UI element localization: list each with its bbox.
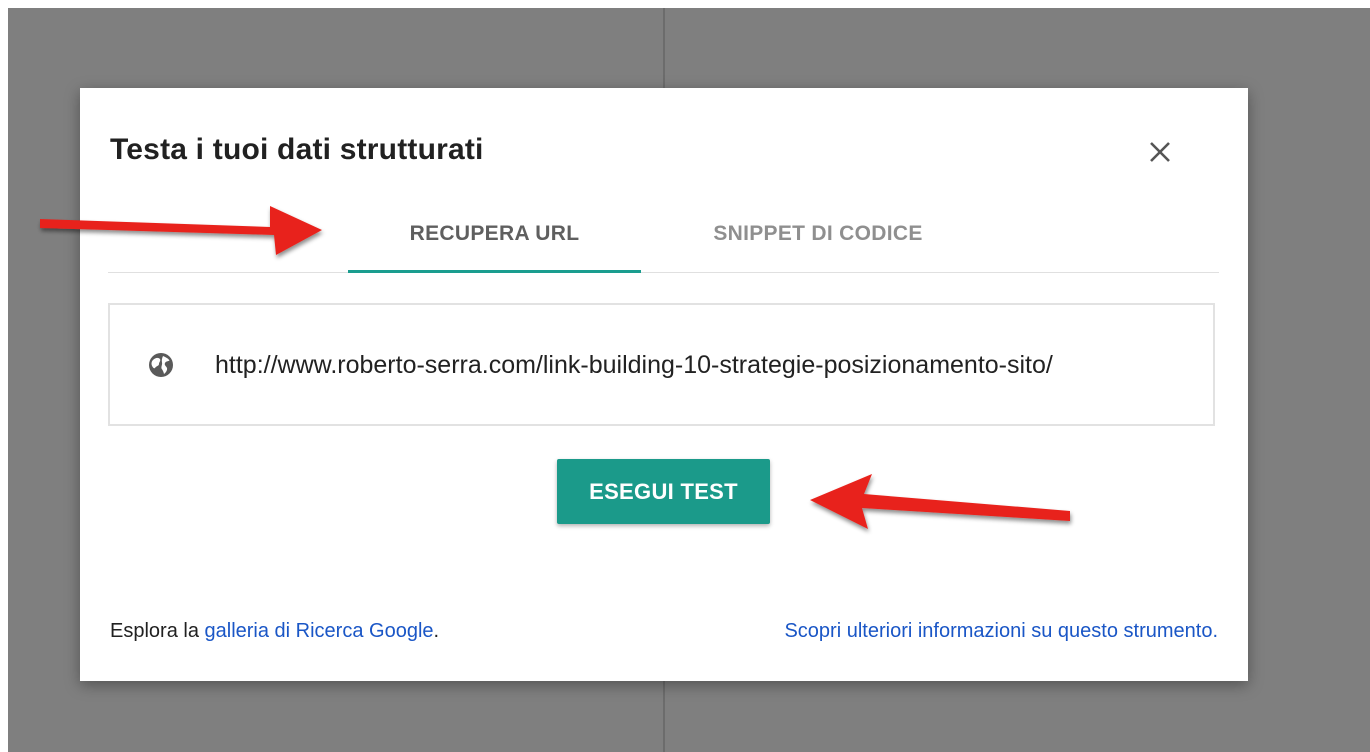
close-button[interactable]: [1142, 134, 1178, 170]
tab-bar: RECUPERA URL SNIPPET DI CODICE: [108, 196, 1219, 273]
footer-explore-text: Esplora la galleria di Ricerca Google.: [110, 620, 439, 643]
dialog-title: Testa i tuoi dati strutturati: [110, 133, 484, 166]
tab-snippet-di-codice[interactable]: SNIPPET DI CODICE: [668, 196, 968, 272]
close-icon: [1150, 142, 1170, 162]
globe-icon: [149, 353, 173, 377]
structured-data-dialog: Testa i tuoi dati strutturati RECUPERA U…: [80, 88, 1248, 681]
gallery-link[interactable]: galleria di Ricerca Google: [205, 620, 434, 642]
tab-label: SNIPPET DI CODICE: [713, 222, 923, 245]
footer-left-suffix: .: [433, 620, 440, 642]
footer-learn-more-text: Scopri ulteriori informazioni su questo …: [784, 620, 1218, 643]
tab-recupera-url[interactable]: RECUPERA URL: [348, 196, 641, 273]
url-field-container: [108, 303, 1215, 426]
run-test-button[interactable]: ESEGUI TEST: [557, 459, 770, 524]
url-input[interactable]: [215, 345, 1205, 385]
learn-more-link[interactable]: Scopri ulteriori informazioni su questo …: [784, 620, 1212, 642]
footer-left-prefix: Esplora la: [110, 620, 205, 642]
tab-label: RECUPERA URL: [409, 222, 580, 245]
footer-right-suffix: .: [1212, 620, 1218, 642]
